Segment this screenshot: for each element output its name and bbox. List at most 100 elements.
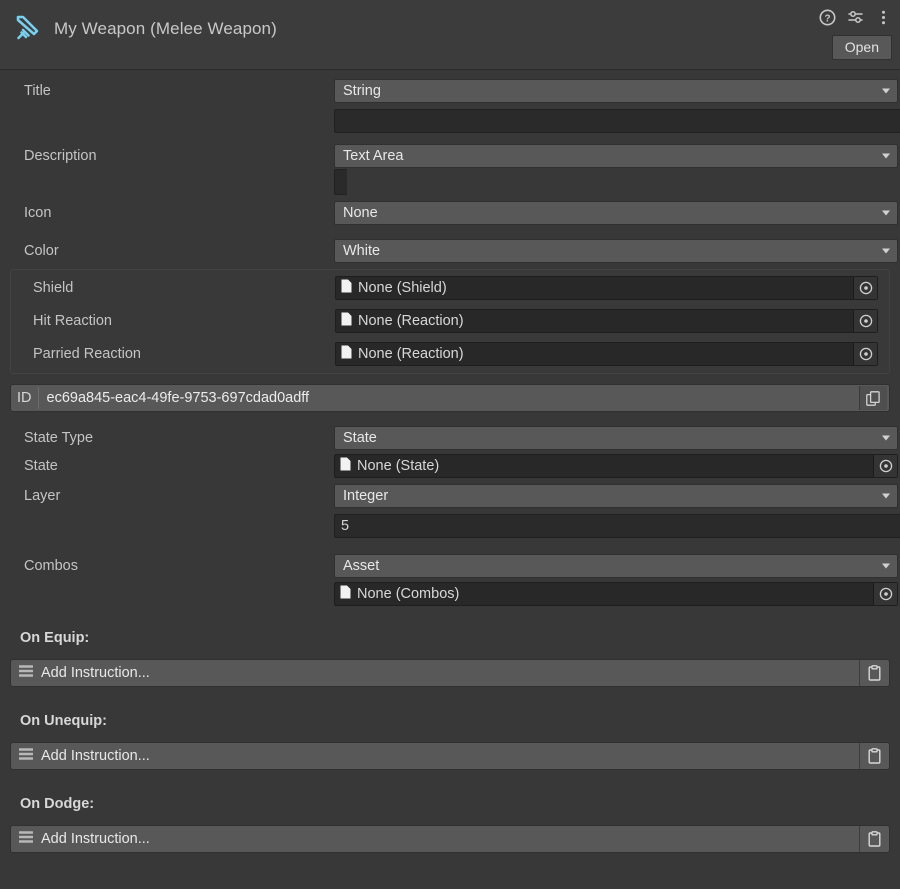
object-picker-icon[interactable]	[853, 343, 877, 365]
hit-reaction-control: None (Reaction)	[335, 309, 889, 333]
description-value-textarea[interactable]	[334, 169, 347, 195]
id-value-input[interactable]: ec69a845-eac4-49fe-9753-697cdad0adff	[39, 390, 860, 406]
parried-reaction-control: None (Reaction)	[335, 342, 889, 366]
add-instruction-bar-on-equip[interactable]: Add Instruction...	[10, 659, 890, 687]
combos-object-value: None (Combos)	[357, 586, 460, 602]
label-color: Color	[24, 243, 59, 259]
shield-value: None (Shield)	[358, 280, 447, 296]
more-menu-icon[interactable]	[875, 9, 892, 26]
copy-icon[interactable]	[859, 386, 887, 410]
shield-control: None (Shield)	[335, 276, 889, 300]
asset-title: My Weapon (Melee Weapon)	[54, 19, 277, 38]
clipboard-icon[interactable]	[859, 743, 889, 769]
list-icon	[19, 747, 33, 765]
document-icon	[340, 585, 351, 603]
list-icon	[19, 664, 33, 682]
combos-type-dropdown[interactable]: Asset	[334, 554, 898, 578]
label-state: State	[24, 458, 58, 474]
row-description-value	[0, 169, 900, 195]
row-combos: Combos Asset	[0, 554, 900, 578]
icon-value: None	[343, 205, 378, 221]
parried-reaction-value: None (Reaction)	[358, 346, 464, 362]
section-title-on-equip: On Equip:	[20, 630, 90, 646]
color-dropdown[interactable]: White	[334, 239, 898, 263]
row-hit-reaction: Hit Reaction None (Reaction)	[11, 309, 889, 333]
label-title: Title	[24, 83, 51, 99]
row-state: State None (State)	[0, 454, 900, 478]
row-shield: Shield None (Shield)	[11, 276, 889, 300]
add-instruction-bar-on-unequip[interactable]: Add Instruction...	[10, 742, 890, 770]
title-value-control	[334, 109, 900, 133]
svg-text:?: ?	[824, 13, 830, 24]
list-icon	[19, 830, 33, 848]
preset-icon[interactable]	[847, 9, 864, 26]
icon-control: None	[334, 201, 900, 225]
chevron-down-icon	[882, 248, 890, 254]
color-value: White	[343, 243, 381, 259]
label-icon: Icon	[24, 205, 52, 221]
clipboard-icon[interactable]	[859, 660, 889, 686]
document-icon	[341, 312, 352, 330]
title-type-value: String	[343, 83, 381, 99]
shield-object-field[interactable]: None (Shield)	[335, 276, 878, 300]
object-picker-icon[interactable]	[853, 277, 877, 299]
row-description: Description Text Area	[0, 144, 900, 168]
sword-icon	[10, 12, 44, 46]
chevron-down-icon	[882, 88, 890, 94]
label-hit-reaction: Hit Reaction	[33, 313, 112, 329]
combos-type-value: Asset	[343, 558, 380, 574]
reaction-group-box: Shield None (Shield) Hit Reaction None (…	[10, 269, 890, 374]
open-button[interactable]: Open	[831, 35, 892, 61]
layer-value-control: 5	[334, 514, 900, 538]
title-type-dropdown[interactable]: String	[334, 79, 898, 103]
description-value-control	[334, 169, 900, 195]
row-title: Title String	[0, 79, 900, 103]
parried-reaction-object-field[interactable]: None (Reaction)	[335, 342, 878, 366]
description-type-control: Text Area	[334, 144, 900, 168]
layer-value-input[interactable]: 5	[334, 514, 900, 538]
object-picker-icon[interactable]	[853, 310, 877, 332]
inspector-window: My Weapon (Melee Weapon) ? Open Title St…	[0, 0, 900, 889]
add-instruction-label-on-equip: Add Instruction...	[41, 665, 150, 681]
chevron-down-icon	[882, 210, 890, 216]
help-icon[interactable]: ?	[819, 9, 836, 26]
hit-reaction-object-field[interactable]: None (Reaction)	[335, 309, 878, 333]
label-state-type: State Type	[24, 430, 94, 446]
add-instruction-label-on-unequip: Add Instruction...	[41, 748, 150, 764]
state-type-dropdown[interactable]: State	[334, 426, 898, 450]
description-type-value: Text Area	[343, 148, 404, 164]
row-state-type: State Type State	[0, 426, 900, 450]
header-icon-group: ?	[819, 9, 892, 26]
row-color: Color White	[0, 239, 900, 263]
section-title-on-dodge: On Dodge:	[20, 796, 95, 812]
layer-type-control: Integer	[334, 484, 900, 508]
object-picker-icon[interactable]	[873, 583, 897, 605]
hit-reaction-value: None (Reaction)	[358, 313, 464, 329]
document-icon	[341, 345, 352, 363]
state-type-value: State	[343, 430, 377, 446]
title-value-input[interactable]	[334, 109, 900, 133]
combos-object-control: None (Combos)	[334, 582, 900, 606]
state-type-control: State	[334, 426, 900, 450]
state-value: None (State)	[357, 458, 440, 474]
combos-type-control: Asset	[334, 554, 900, 578]
row-icon: Icon None	[0, 201, 900, 225]
icon-dropdown[interactable]: None	[334, 201, 898, 225]
label-description: Description	[24, 148, 97, 164]
layer-type-value: Integer	[343, 488, 389, 504]
state-object-field[interactable]: None (State)	[334, 454, 898, 478]
label-shield: Shield	[33, 280, 74, 296]
row-layer: Layer Integer	[0, 484, 900, 508]
row-title-value	[0, 109, 900, 133]
chevron-down-icon	[882, 435, 890, 441]
layer-type-dropdown[interactable]: Integer	[334, 484, 898, 508]
chevron-down-icon	[882, 153, 890, 159]
combos-object-field[interactable]: None (Combos)	[334, 582, 898, 606]
label-layer: Layer	[24, 488, 61, 504]
description-type-dropdown[interactable]: Text Area	[334, 144, 898, 168]
header-title-row: My Weapon (Melee Weapon)	[0, 0, 900, 46]
chevron-down-icon	[882, 493, 890, 499]
add-instruction-bar-on-dodge[interactable]: Add Instruction...	[10, 825, 890, 853]
clipboard-icon[interactable]	[859, 826, 889, 852]
object-picker-icon[interactable]	[873, 455, 897, 477]
